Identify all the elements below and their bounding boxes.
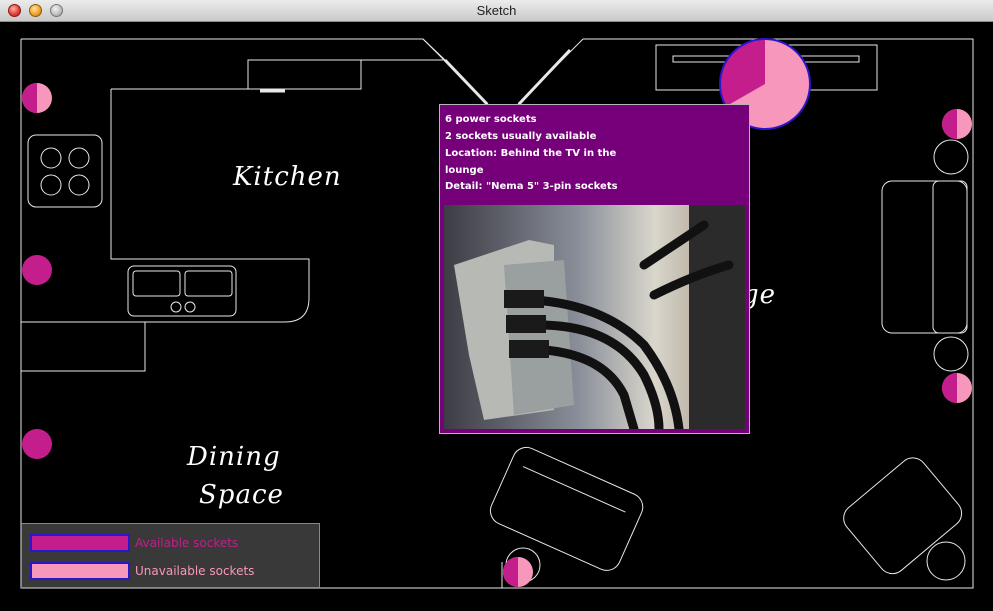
popup-socket-count: 6 power sockets: [445, 114, 537, 125]
window-titlebar: Sketch: [0, 0, 993, 22]
side-table-bottom: [933, 336, 969, 372]
door-left-swing: [422, 38, 489, 105]
legend-unavailable-label: Unavailable sockets: [135, 564, 255, 578]
dining-label-line2: Space: [199, 480, 284, 510]
legend-unavailable-swatch: [30, 562, 130, 580]
tv-cabinet: [655, 44, 878, 91]
side-table-bottom-left: [505, 547, 541, 583]
armchair-right: [843, 457, 963, 575]
legend: Available sockets Unavailable sockets: [21, 523, 320, 588]
popup-location-cont: lounge: [445, 165, 484, 176]
side-table-bottom-right: [926, 541, 966, 581]
kitchen-label: Kitchen: [233, 162, 342, 192]
legend-available-swatch: [30, 534, 130, 552]
window-title: Sketch: [476, 3, 517, 18]
pantry: [21, 321, 146, 372]
cooktop: [27, 134, 103, 208]
popup-location: Location: Behind the TV in the: [445, 148, 617, 159]
door-right-swing: [517, 38, 584, 105]
side-table-top: [933, 139, 969, 175]
socket-info-popup: 6 power sockets 2 sockets usually availa…: [439, 104, 750, 434]
popup-detail: Detail: "Nema 5" 3-pin sockets: [445, 181, 618, 192]
kitchen-counter: [21, 89, 310, 323]
legend-available-label: Available sockets: [135, 536, 239, 550]
tv-screen: [672, 55, 860, 63]
kitchen-cabinet: [247, 59, 362, 90]
popup-available-count: 2 sockets usually available: [445, 131, 597, 142]
dining-label-line1: Dining: [187, 442, 281, 472]
power-strip-photo: [444, 205, 745, 429]
sofa-right: [881, 180, 968, 334]
armchair-bottom: [489, 446, 644, 571]
floorplan-canvas: Kitchen Dining Space ge 6 power sockets …: [0, 22, 993, 611]
kitchen-sink: [127, 265, 237, 317]
